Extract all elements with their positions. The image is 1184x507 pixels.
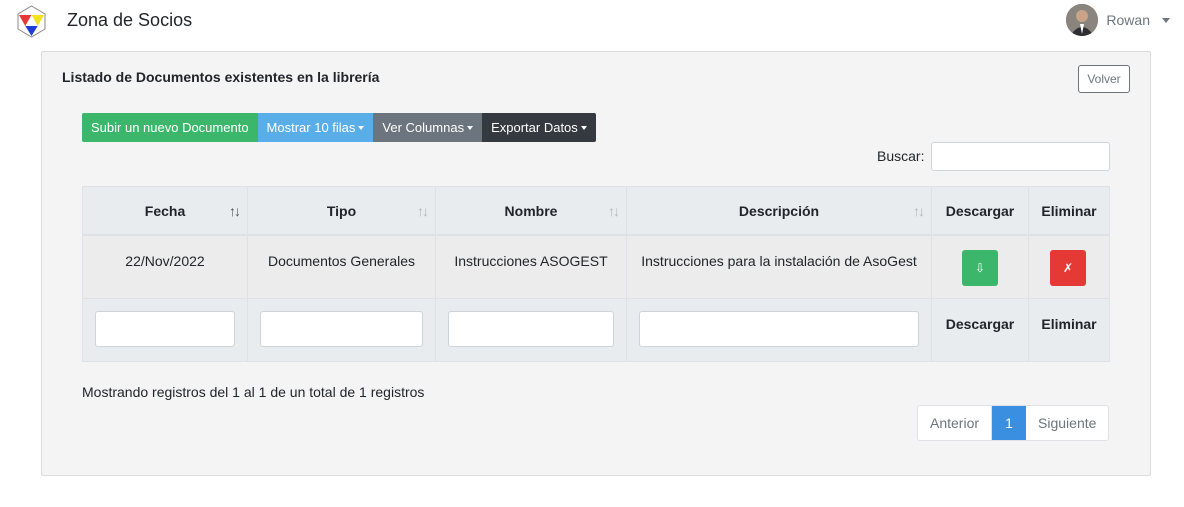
nombre-value: Instrucciones ASOGEST xyxy=(454,253,608,269)
next-page-button[interactable]: Siguiente xyxy=(1026,406,1108,440)
filter-nombre-input[interactable] xyxy=(448,311,614,347)
cell-nombre: Instrucciones ASOGEST xyxy=(436,236,627,298)
user-name: Rowan xyxy=(1106,12,1150,28)
filter-cell-nombre xyxy=(436,299,627,361)
header-label: Fecha xyxy=(144,202,186,219)
footer-eliminar: Eliminar xyxy=(1029,299,1109,361)
columns-label: Ver Columnas xyxy=(382,120,465,135)
caret-down-icon xyxy=(467,125,474,130)
column-header-nombre[interactable]: Nombre ↑↓ xyxy=(436,187,627,234)
column-visibility-button[interactable]: Ver Columnas xyxy=(373,113,483,142)
page-length-button[interactable]: Mostrar 10 filas xyxy=(257,113,374,142)
navbar: Zona de Socios Rowan xyxy=(0,0,1184,44)
cell-descripcion: Instrucciones para la instalación de Aso… xyxy=(627,236,932,298)
filter-cell-descripcion xyxy=(627,299,932,361)
tipo-value: Documentos Generales xyxy=(267,253,416,269)
download-button[interactable]: ⇩ xyxy=(962,250,998,286)
footer-label: Eliminar xyxy=(1041,316,1097,332)
header-label: Descripción xyxy=(738,202,820,219)
export-label: Exportar Datos xyxy=(491,120,578,135)
search-label: Buscar: xyxy=(877,148,925,164)
avatar xyxy=(1066,4,1099,36)
table-info: Mostrando registros del 1 al 1 de un tot… xyxy=(82,384,425,400)
table-header-row: Fecha ↑↓ Tipo ↑↓ Nombre ↑↓ Descripción ↑… xyxy=(83,187,1109,236)
documents-card: Listado de Documentos existentes en la l… xyxy=(41,51,1151,476)
export-data-button[interactable]: Exportar Datos xyxy=(482,113,596,142)
header-label: Nombre xyxy=(504,202,558,219)
page-length-label: Mostrar 10 filas xyxy=(266,120,356,135)
sort-icon: ↑↓ xyxy=(608,203,620,219)
cell-descargar: ⇩ xyxy=(932,236,1029,298)
triangle-logo-icon[interactable] xyxy=(16,5,47,38)
cell-fecha: 22/Nov/2022 xyxy=(83,236,248,298)
descripcion-value: Instrucciones para la instalación de Aso… xyxy=(641,253,917,269)
footer-label: Descargar xyxy=(945,316,1015,332)
sort-icon: ↑↓ xyxy=(229,203,241,219)
cell-tipo: Documentos Generales xyxy=(248,236,436,298)
footer-descargar: Descargar xyxy=(932,299,1029,361)
upload-label: Subir un nuevo Documento xyxy=(91,120,249,135)
user-menu[interactable]: Rowan xyxy=(1066,4,1170,36)
filter-tipo-input[interactable] xyxy=(260,311,423,347)
table-footer-row: Descargar Eliminar xyxy=(83,299,1109,361)
filter-cell-fecha xyxy=(83,299,248,361)
column-header-fecha[interactable]: Fecha ↑↓ xyxy=(83,187,248,234)
table-row: 22/Nov/2022 Documentos Generales Instruc… xyxy=(83,236,1109,299)
sort-icon: ↑↓ xyxy=(913,203,925,219)
column-header-descripcion[interactable]: Descripción ↑↓ xyxy=(627,187,932,234)
filter-fecha-input[interactable] xyxy=(95,311,235,347)
upload-document-button[interactable]: Subir un nuevo Documento xyxy=(82,113,258,142)
column-header-descargar: Descargar xyxy=(932,187,1029,234)
card-title: Listado de Documentos existentes en la l… xyxy=(62,69,380,85)
back-button[interactable]: Volver xyxy=(1078,65,1130,93)
documents-table: Fecha ↑↓ Tipo ↑↓ Nombre ↑↓ Descripción ↑… xyxy=(82,186,1110,362)
column-header-tipo[interactable]: Tipo ↑↓ xyxy=(248,187,436,234)
search-input[interactable] xyxy=(931,142,1110,171)
header-label: Tipo xyxy=(326,202,357,219)
delete-button[interactable]: ✗ xyxy=(1050,250,1086,286)
sort-icon: ↑↓ xyxy=(417,203,429,219)
caret-down-icon xyxy=(358,125,365,130)
header-label: Eliminar xyxy=(1041,202,1097,219)
column-header-eliminar: Eliminar xyxy=(1029,187,1109,234)
prev-page-button[interactable]: Anterior xyxy=(918,406,993,440)
filter-cell-tipo xyxy=(248,299,436,361)
table-toolbar: Subir un nuevo Documento Mostrar 10 fila… xyxy=(82,113,596,142)
caret-down-icon xyxy=(580,125,587,130)
brand-title[interactable]: Zona de Socios xyxy=(67,10,192,31)
download-icon: ⇩ xyxy=(974,261,986,275)
page-1-button[interactable]: 1 xyxy=(992,406,1027,440)
filter-descripcion-input[interactable] xyxy=(639,311,919,347)
fecha-value: 22/Nov/2022 xyxy=(125,253,205,269)
chevron-down-icon xyxy=(1162,17,1170,23)
header-label: Descargar xyxy=(945,202,1015,219)
pagination: Anterior 1 Siguiente xyxy=(917,405,1110,441)
cell-eliminar: ✗ xyxy=(1029,236,1109,298)
close-icon: ✗ xyxy=(1062,261,1074,275)
